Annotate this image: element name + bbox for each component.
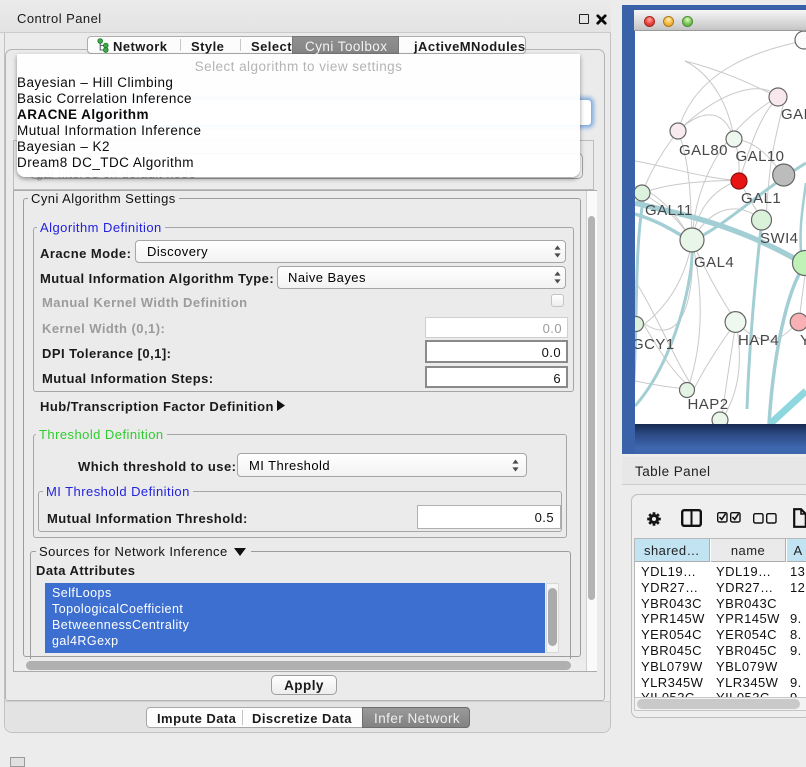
svg-text:HAP4: HAP4	[738, 332, 779, 349]
svg-text:GAL80: GAL80	[679, 142, 728, 159]
svg-text:SWI4: SWI4	[760, 230, 798, 247]
svg-text:HAP2: HAP2	[688, 396, 729, 413]
svg-text:GAL1: GAL1	[741, 190, 781, 207]
svg-text:GAL10: GAL10	[736, 148, 785, 165]
svg-text:YD: YD	[800, 332, 806, 349]
svg-text:GCY1: GCY1	[635, 336, 675, 353]
svg-text:GAL7: GAL7	[781, 106, 806, 123]
svg-text:GAL4: GAL4	[694, 254, 734, 271]
svg-text:GAL11: GAL11	[645, 202, 693, 219]
